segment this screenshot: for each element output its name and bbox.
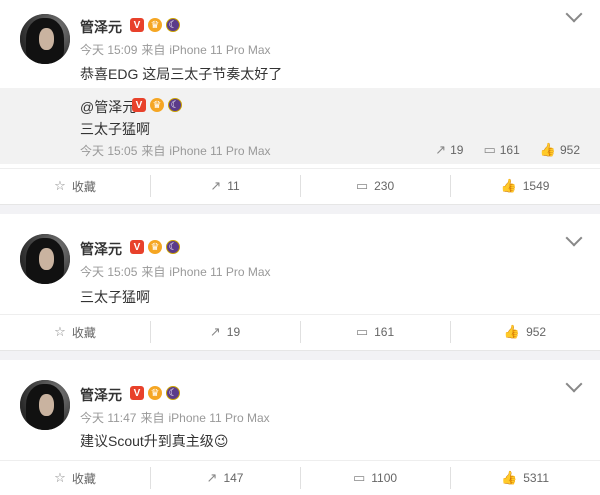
comment-button[interactable]: ▭ 1100 [300,461,450,495]
comment-icon: ▭ [355,178,369,193]
comment-icon: ▭ [352,470,366,485]
share-icon: ↗ [206,470,218,485]
repost-meta: 今天 15:05 来自 iPhone 11 Pro Max [80,142,275,159]
thumbs-up-icon: 👍 [539,142,556,157]
favorite-button[interactable]: ☆ 收藏 [0,461,150,495]
source-device[interactable]: iPhone 11 Pro Max [169,265,270,279]
source-prefix: 来自 [141,144,166,158]
post-text: 三太子猛啊 [80,289,150,305]
post-actions: ☆ 收藏 ↗ 147 ▭ 1100 👍 5311 [0,460,600,495]
wink-emoji-icon: 😉 [213,433,229,449]
night-badge-icon: ☾ [166,18,180,32]
post-meta: 今天 11:47 来自 iPhone 11 Pro Max [80,409,274,426]
post-card: 管泽元 V ♛ ☾ 今天 15:09 来自 iPhone 11 Pro Max 恭喜… [0,0,600,205]
comment-button[interactable]: ▭ 161 [300,315,450,349]
post-time[interactable]: 今天 15:09 [80,43,137,57]
source-device[interactable]: iPhone 11 Pro Max [169,144,270,158]
crown-badge-icon: ♛ [148,18,162,32]
source-device[interactable]: iPhone 11 Pro Max [169,43,270,57]
user-name[interactable]: 管泽元 [80,239,122,259]
thumbs-up-icon: 👍 [503,324,521,339]
favorite-button[interactable]: ☆ 收藏 [0,315,150,349]
repost-button[interactable]: ↗ 19 [150,315,300,349]
star-icon: ☆ [54,178,66,193]
repost-button[interactable]: ↗ 147 [150,461,300,495]
like-button[interactable]: 👍 1549 [450,169,600,203]
crown-badge-icon: ♛ [148,386,162,400]
favorite-button[interactable]: ☆ 收藏 [0,169,150,203]
post-text-content: 建议Scout升到真主级 [80,433,214,449]
star-icon: ☆ [54,470,66,485]
post-time[interactable]: 今天 15:05 [80,265,137,279]
night-badge-icon: ☾ [166,240,180,254]
crown-badge-icon: ♛ [148,240,162,254]
like-button[interactable]: 👍 5311 [450,461,600,495]
repost-like-count[interactable]: 👍 952 [540,142,580,158]
post-meta: 今天 15:05 来自 iPhone 11 Pro Max [80,263,275,280]
thumbs-up-icon: 👍 [500,178,517,193]
share-icon: ↗ [209,324,221,339]
avatar[interactable] [20,14,70,64]
thumbs-up-icon: 👍 [501,470,518,485]
repost-text: 三太子猛啊 [80,121,150,137]
like-button[interactable]: 👍 952 [450,315,600,349]
source-device[interactable]: iPhone 11 Pro Max [169,411,270,425]
post-card: 管泽元 V ♛ ☾ 今天 11:47 来自 iPhone 11 Pro Max 建议… [0,360,600,495]
source-prefix: 来自 [141,265,166,279]
source-prefix: 来自 [140,411,165,425]
post-text: 恭喜EDG 这局三太子节奏太好了 [80,66,283,82]
night-badge-icon: ☾ [166,386,180,400]
avatar[interactable] [20,380,70,430]
repost-comment-count[interactable]: ▭ 161 [483,142,519,158]
share-icon: ↗ [210,178,222,193]
repost-time[interactable]: 今天 15:05 [80,144,137,158]
post-card: 管泽元 V ♛ ☾ 今天 15:05 来自 iPhone 11 Pro Max 三太… [0,214,600,351]
repost-share-count[interactable]: ↗ 19 [435,142,463,158]
repost-box[interactable]: @管泽元 V ♛ ☾ 三太子猛啊 今天 15:05 来自 iPhone 11 Pro… [0,88,600,164]
post-text: 建议Scout升到真主级😉 [80,431,228,451]
post-actions: ☆ 收藏 ↗ 11 ▭ 230 👍 1549 [0,168,600,203]
user-name[interactable]: 管泽元 [80,385,122,405]
comment-icon: ▭ [355,324,369,339]
night-badge-icon: ☾ [168,98,182,112]
verified-badge-icon: V [130,18,144,32]
chevron-down-icon[interactable] [565,229,583,247]
post-meta: 今天 15:09 来自 iPhone 11 Pro Max [80,41,275,58]
post-actions: ☆ 收藏 ↗ 19 ▭ 161 👍 952 [0,314,600,349]
star-icon: ☆ [54,324,66,339]
repost-button[interactable]: ↗ 11 [150,169,300,203]
verified-badge-icon: V [130,386,144,400]
share-icon: ↗ [435,142,447,157]
crown-badge-icon: ♛ [150,98,164,112]
verified-badge-icon: V [130,240,144,254]
post-time[interactable]: 今天 11:47 [80,411,136,425]
comment-icon: ▭ [483,142,496,157]
comment-button[interactable]: ▭ 230 [300,169,450,203]
user-name[interactable]: 管泽元 [80,17,122,37]
verified-badge-icon: V [132,98,146,112]
avatar[interactable] [20,234,70,284]
chevron-down-icon[interactable] [565,375,583,393]
chevron-down-icon[interactable] [565,5,583,23]
repost-user[interactable]: @管泽元 [80,97,136,117]
source-prefix: 来自 [141,43,166,57]
